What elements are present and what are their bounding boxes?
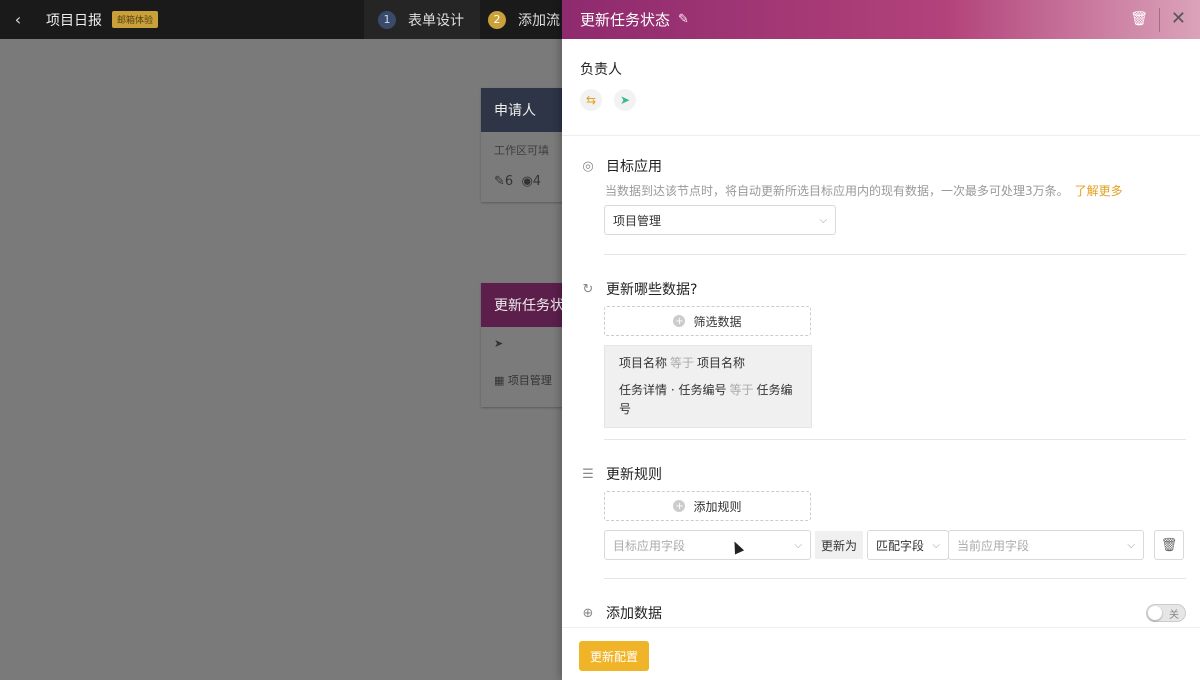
edit-icon[interactable]: ✎ [678, 12, 689, 27]
filter-conditions[interactable]: 项目名称 等于 项目名称 任务详情 · 任务编号 等于 任务编号 [604, 345, 812, 428]
target-app-section: ◎ 目标应用 当数据到达该节点时，将自动更新所选目标应用内的现有数据，一次最多可… [580, 156, 1186, 235]
list-icon: ☰ [582, 466, 594, 482]
owner-label: 负责人 [580, 62, 622, 78]
learn-more-link[interactable]: 了解更多 [1075, 184, 1123, 198]
app-icon: ▦ [494, 374, 505, 387]
which-data-section: ↻ 更新哪些数据? + 筛选数据 项目名称 等于 项目名称 任务详情 · 任务编号等… [580, 279, 1186, 428]
select-value: 匹配字段 [876, 538, 925, 553]
select-value: 项目管理 [613, 213, 662, 228]
node-app: 项目管理 [507, 374, 552, 387]
status-badge: 邮箱体验 [112, 11, 159, 28]
step-number: 1 [378, 10, 396, 29]
section-title: 更新哪些数据? [606, 282, 698, 298]
plus-icon: + [673, 500, 686, 512]
view-count: 4 [532, 174, 542, 189]
button-label: 添加规则 [693, 499, 742, 514]
divider [604, 578, 1186, 579]
select-placeholder: 当前应用字段 [957, 538, 1030, 553]
step-number: 2 [488, 10, 506, 29]
eye-icon: ◉ [521, 174, 533, 189]
node-config-drawer: 更新任务状态 ✎ 🗑 ✕ 负责人 ⇆ ➤ ◎ 目标应用 当数据到达该节点时，将自… [562, 0, 1200, 680]
condition-operator: 等于 [729, 383, 754, 397]
plus-circle-icon: ⊕ [582, 605, 594, 621]
chevron-down-icon: ⌵ [819, 214, 827, 226]
chevron-down-icon: ⌵ [1127, 539, 1136, 551]
condition-field: 任务详情 · 任务编号 [619, 383, 727, 397]
current-field-select[interactable]: 当前应用字段 ⌵ [948, 530, 1145, 560]
drawer-footer: 更新配置 [562, 627, 1200, 680]
rules-section: ☰ 更新规则 + 添加规则 目标应用字段 ⌵ 更新为 匹配字段 ⌵ 当前应用字段… [580, 464, 1186, 560]
condition-value: 项目名称 [697, 356, 746, 370]
condition-field: 项目名称 [619, 356, 668, 370]
add-data-toggle[interactable]: 关 [1146, 604, 1186, 622]
add-data-section: ⊕ 添加数据 [580, 603, 1186, 623]
section-title: 添加数据 [606, 606, 662, 622]
target-field-select[interactable]: 目标应用字段 ⌵ [604, 530, 811, 560]
chevron-down-icon: ⌵ [794, 539, 802, 551]
tab-label: 表单设计 [408, 12, 464, 29]
chevron-down-icon: ⌵ [932, 539, 941, 551]
drawer-title: 更新任务状态 [580, 11, 671, 29]
pencil-icon: ✎ [494, 174, 505, 189]
tab-label: 添加流 [518, 12, 560, 29]
target-icon: ◎ [582, 158, 594, 174]
delete-rule-button[interactable]: 🗑 [1154, 530, 1185, 560]
section-title: 更新规则 [606, 467, 662, 483]
filter-condition: 任务详情 · 任务编号 等于 任务编号 [619, 381, 797, 419]
tab-form-design[interactable]: 1 表单设计 [364, 0, 480, 39]
owner-section: 负责人 ⇆ ➤ [562, 39, 1200, 136]
filter-data-button[interactable]: + 筛选数据 [604, 306, 811, 336]
edit-count: 6 [504, 174, 514, 189]
close-icon[interactable]: ✕ [1171, 8, 1186, 29]
plus-icon: + [673, 315, 686, 327]
match-mode-select[interactable]: 匹配字段 ⌵ [867, 530, 950, 560]
add-rule-button[interactable]: + 添加规则 [604, 491, 811, 521]
section-title: 目标应用 [606, 159, 662, 175]
chevron-left-icon[interactable]: ‹ [0, 10, 36, 29]
swap-icon[interactable]: ⇆ [580, 89, 602, 111]
update-to-label: 更新为 [815, 531, 864, 559]
app-title: 项目日报 [46, 12, 102, 29]
divider [1159, 8, 1160, 32]
rule-row: 目标应用字段 ⌵ 更新为 匹配字段 ⌵ 当前应用字段 ⌵ 🗑 [604, 530, 1186, 560]
divider [604, 254, 1186, 255]
section-desc: 当数据到达该节点时，将自动更新所选目标应用内的现有数据，一次最多可处理3万条。 [605, 184, 1069, 198]
save-config-button[interactable]: 更新配置 [579, 641, 649, 671]
toggle-knob [1148, 606, 1162, 620]
toggle-label: 关 [1169, 609, 1179, 621]
tab-add-flow[interactable]: 2 添加流 [476, 0, 560, 39]
target-app-select[interactable]: 项目管理 ⌵ [604, 205, 836, 235]
condition-operator: 等于 [670, 356, 695, 370]
trash-icon[interactable]: 🗑 [1130, 11, 1148, 27]
send-icon[interactable]: ➤ [614, 89, 636, 111]
filter-condition: 项目名称 等于 项目名称 [619, 354, 797, 373]
divider [604, 439, 1186, 440]
drawer-header: 更新任务状态 ✎ 🗑 ✕ [562, 0, 1200, 39]
refresh-icon: ↻ [582, 281, 594, 297]
button-label: 筛选数据 [693, 314, 742, 329]
select-placeholder: 目标应用字段 [613, 538, 686, 553]
